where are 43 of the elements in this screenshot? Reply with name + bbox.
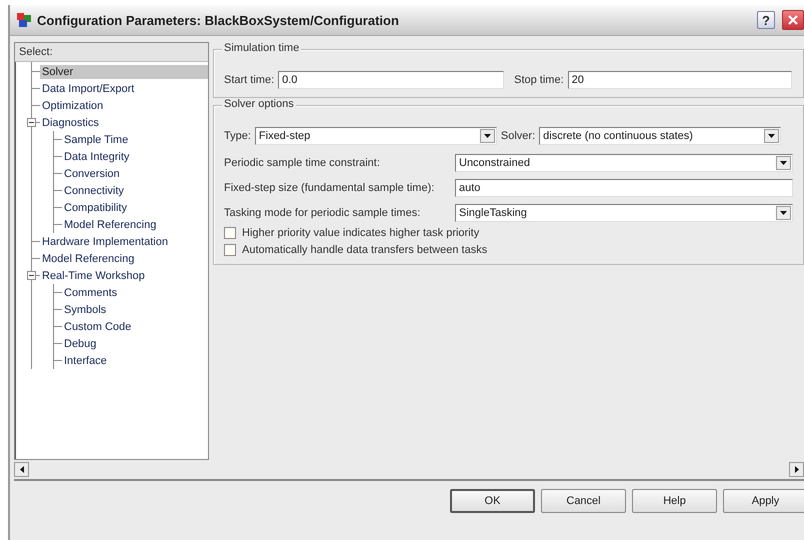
dialog-button[interactable]: OK <box>450 489 535 513</box>
dropdown[interactable]: discrete (no continuous states) <box>539 127 782 145</box>
group-title: Solver options <box>222 98 296 110</box>
checkbox-label: Higher priority value indicates higher task priority <box>242 227 480 239</box>
field-label: Fixed-step size (fundamental sample time): <box>224 182 436 194</box>
tree-item[interactable]: Data Import/Export <box>40 82 208 96</box>
tree-item[interactable]: Hardware Implementation <box>40 234 208 248</box>
group-title: Simulation time <box>222 42 302 54</box>
tree-item[interactable]: Diagnostics <box>40 116 208 130</box>
field-label: Solver: <box>500 130 536 142</box>
tree-item[interactable]: Sample Time <box>62 132 208 146</box>
tree-item[interactable]: Compatibility <box>62 200 208 214</box>
dropdown[interactable]: SingleTasking <box>455 204 793 222</box>
tree-item[interactable]: Debug <box>62 336 208 350</box>
tree-header: Select: <box>15 43 208 62</box>
field-label: Type: <box>224 130 251 142</box>
tree-item[interactable]: Symbols <box>62 302 208 316</box>
dropdown[interactable]: Unconstrained <box>455 154 793 172</box>
tree-item[interactable]: Comments <box>62 286 208 300</box>
tree-item[interactable]: Data Integrity <box>62 150 208 164</box>
dialog-button[interactable]: Help <box>632 489 717 513</box>
tree-item[interactable]: Interface <box>62 354 208 368</box>
field-label: Stop time: <box>514 74 564 86</box>
field-label: Tasking mode for periodic sample times: <box>224 207 422 219</box>
tree-item[interactable]: Real-Time Workshop <box>40 268 208 282</box>
tree-item[interactable]: Optimization <box>40 98 208 112</box>
tree-item[interactable]: Model Referencing <box>62 218 208 232</box>
tree-item[interactable]: Model Referencing <box>40 252 208 266</box>
dialog-button[interactable]: Apply <box>723 489 804 513</box>
checkbox-label: Automatically handle data transfers between tasks <box>242 244 488 256</box>
input-field[interactable]: 20 <box>568 71 792 89</box>
input-field[interactable]: auto <box>455 179 793 197</box>
field-label: Periodic sample time constraint: <box>224 157 381 169</box>
window-title: Configuration Parameters: BlackBoxSystem/Configuration <box>37 12 400 28</box>
tree-item[interactable]: Connectivity <box>62 184 208 198</box>
input-field[interactable]: 0.0 <box>278 71 504 89</box>
dialog-button[interactable]: Cancel <box>541 489 626 513</box>
help-button[interactable]: ? <box>757 11 775 29</box>
tree-item[interactable]: Custom Code <box>62 320 208 334</box>
dropdown[interactable]: Fixed-step <box>254 127 497 145</box>
field-label: Start time: <box>224 74 274 86</box>
tree-item[interactable]: Conversion <box>62 166 208 180</box>
tree-item[interactable]: Solver <box>40 64 208 78</box>
